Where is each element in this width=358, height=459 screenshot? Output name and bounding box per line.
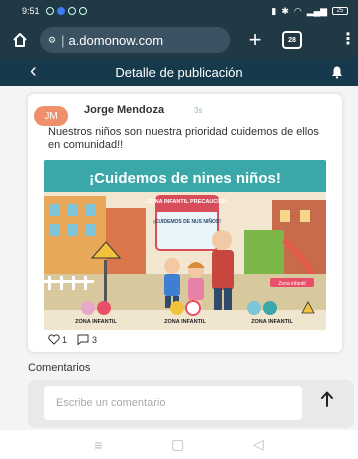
comments-label: Comentarios <box>28 362 91 374</box>
app-icon <box>78 7 87 15</box>
content-area: JM Jorge Mendoza 3s Nuestros niños son n… <box>0 86 358 430</box>
building-mid <box>106 208 146 274</box>
url-separator: | <box>61 32 65 48</box>
battery-icon: 25 <box>332 7 348 15</box>
messenger-icon <box>67 7 76 15</box>
comment-icon <box>77 334 89 345</box>
signal-icon: ▂▄▆ <box>306 5 327 16</box>
system-nav-bar: ≡ ▢ ◁ <box>0 430 358 459</box>
footer-label-1: ZONA INFANTIL <box>75 319 117 325</box>
app-header: ‹ Detalle de publicación <box>0 58 358 86</box>
bell-icon[interactable] <box>330 65 344 79</box>
vibrate-icon: ▮ <box>271 5 277 16</box>
post-image[interactable]: ¡Cuidemos de nines niños! ZONA INFANTIL … <box>44 160 326 330</box>
menu-icon[interactable]: ⋮ <box>340 32 356 48</box>
facebook-icon <box>56 7 65 15</box>
back-icon[interactable]: ‹ <box>30 60 37 82</box>
post-time: 3s <box>194 106 203 115</box>
footer-label-3: ZONA INFANTIL <box>251 319 293 325</box>
url-bar[interactable]: ⚙ | a.domonow.com <box>40 27 230 53</box>
post-text: Nuestros niños son nuestra prioridad cui… <box>48 126 319 151</box>
notification-icons <box>45 7 87 15</box>
comment-composer <box>28 380 354 428</box>
home-icon[interactable] <box>8 28 32 52</box>
page-title: Detalle de publicación <box>115 64 243 80</box>
like-button[interactable]: 1 <box>48 334 67 345</box>
recent-apps-icon[interactable]: ≡ <box>94 437 102 453</box>
tabs-icon[interactable]: 28 <box>282 31 302 49</box>
avatar[interactable]: JM <box>34 106 68 126</box>
heart-icon <box>48 334 60 345</box>
wifi-icon: ◠ <box>293 5 302 16</box>
author-name[interactable]: Jorge Mendoza <box>84 104 164 116</box>
tune-icon[interactable]: ⚙ <box>48 35 56 46</box>
url-text: a.domonow.com <box>68 32 164 48</box>
adult-head <box>212 230 232 250</box>
comment-input[interactable] <box>44 386 302 420</box>
status-bar: 9:51 ▮ ✱ ◠ ▂▄▆ 25 <box>0 0 358 22</box>
status-time: 9:51 <box>22 6 40 16</box>
adult-body <box>212 250 234 290</box>
comment-count: 3 <box>92 334 98 345</box>
back-nav-icon[interactable]: ◁ <box>253 436 264 453</box>
image-chip-text: Zona infantil <box>278 281 305 287</box>
browser-toolbar: ⚙ | a.domonow.com + 28 ⋮ <box>0 22 358 58</box>
footer-label-2: ZONA INFANTIL <box>164 319 206 325</box>
reactions-bar: 1 3 <box>48 334 97 345</box>
post-card: JM Jorge Mendoza 3s Nuestros niños son n… <box>28 94 342 352</box>
system-icons: ▮ ✱ ◠ ▂▄▆ 25 <box>271 6 348 17</box>
like-count: 1 <box>62 334 68 345</box>
image-headline: ¡Cuidemos de nines niños! <box>89 170 281 187</box>
child1-head <box>164 258 180 274</box>
sign-title: ZONA INFANTIL PRECAUCION <box>147 199 227 205</box>
bluetooth-icon: ✱ <box>281 5 289 16</box>
comment-button[interactable]: 3 <box>77 334 97 345</box>
sign-sub: ¡CUIDEMOS DE NUS NIÑOS! <box>153 218 221 225</box>
home-button-icon[interactable]: ▢ <box>171 436 184 453</box>
slide <box>244 230 284 274</box>
send-arrow-icon[interactable] <box>318 388 336 410</box>
whatsapp-icon <box>45 7 54 15</box>
plus-icon[interactable]: + <box>244 29 266 51</box>
